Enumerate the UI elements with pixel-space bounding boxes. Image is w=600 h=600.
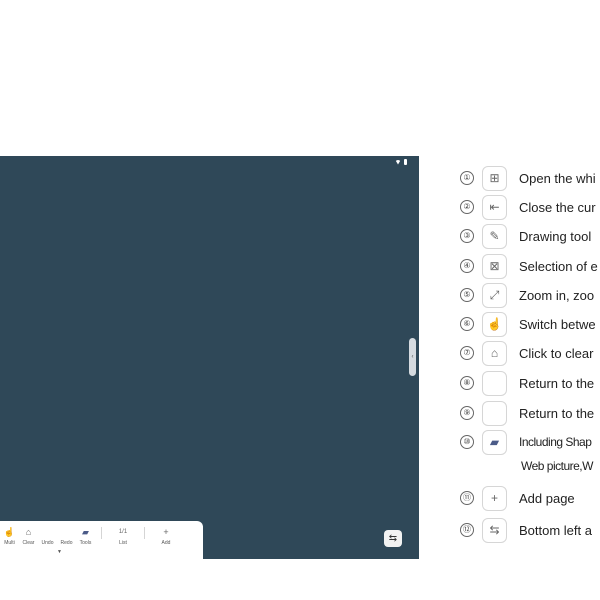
legend-number: ⑥: [460, 317, 474, 331]
legend-number: ①: [460, 171, 474, 185]
swap-icon: ⇆: [388, 533, 398, 544]
multi-button[interactable]: ☝ Multi: [0, 527, 19, 546]
chevron-left-icon: ‹: [411, 354, 414, 360]
legend-number: ⑦: [460, 346, 474, 360]
page-counter: 1/1: [118, 529, 128, 535]
add-label: Add: [161, 540, 171, 546]
plus-icon: +: [482, 485, 507, 511]
legend-continuation-text: Web picture,W: [521, 459, 593, 473]
side-panel-handle[interactable]: ‹: [409, 338, 416, 376]
legend-text: Open the whi: [519, 170, 596, 186]
legend-row: ⑫ ⇆ Bottom left a: [460, 516, 592, 544]
multi-touch-icon: ☝: [482, 311, 507, 337]
legend-text: Drawing tool: [519, 228, 592, 244]
wifi-icon: [395, 159, 401, 165]
legend-text: Selection of e: [519, 258, 598, 274]
legend-row: ⑧ Return to the: [460, 369, 594, 397]
legend-text: Close the cur: [519, 199, 596, 215]
legend-text: Return to the: [519, 375, 595, 391]
undo-label: Undo: [41, 540, 54, 546]
exit-icon: ⇤: [482, 194, 507, 220]
status-bar: [395, 159, 407, 165]
grid-apps-icon: ⊞: [482, 165, 507, 191]
legend-number: ②: [460, 200, 474, 214]
undo-button[interactable]: Undo: [38, 527, 57, 546]
toolbar-divider: [144, 527, 145, 539]
legend-row: ⑥ ☝ Switch betwe: [460, 310, 596, 338]
plus-icon: +: [163, 527, 169, 537]
swap-icon: ⇆: [482, 517, 507, 543]
legend-number: ⑪: [460, 491, 474, 505]
legend-text: Click to clear: [519, 345, 594, 361]
toolbox-icon: ▰: [482, 429, 507, 455]
select-icon: ⊠: [482, 253, 507, 279]
legend-row: ⑪ + Add page: [460, 484, 575, 512]
clear-icon: ⌂: [482, 340, 507, 366]
redo-button[interactable]: Redo: [57, 527, 76, 546]
whiteboard-canvas[interactable]: ‹ ☝ Multi ⌂ Clear Undo Redo ▰ Tools 1/1 …: [0, 156, 419, 559]
tools-button[interactable]: ▰ Tools: [76, 527, 95, 546]
toolbar-divider: [101, 527, 102, 539]
legend-row: ② ⇤ Close the cur: [460, 193, 596, 221]
tools-label: Tools: [79, 540, 92, 546]
zoom-gesture-icon: ⤢: [482, 282, 507, 308]
bottom-toolbar: ☝ Multi ⌂ Clear Undo Redo ▰ Tools 1/1 Li…: [0, 521, 203, 559]
legend-number: ④: [460, 259, 474, 273]
legend-text: Return to the: [519, 405, 595, 421]
legend-text: Zoom in, zoo: [519, 287, 595, 303]
redo-icon: [482, 400, 507, 426]
clear-label: Clear: [22, 540, 35, 546]
pen-icon: ✎: [482, 223, 507, 249]
legend-number: ⑧: [460, 376, 474, 390]
legend-number: ⑫: [460, 523, 474, 537]
legend-row: ① ⊞ Open the whi: [460, 164, 596, 192]
legend-row: ③ ✎ Drawing tool: [460, 222, 591, 250]
legend-number: ⑩: [460, 435, 474, 449]
legend-row: ④ ⊠ Selection of e: [460, 252, 598, 280]
legend-number: ⑤: [460, 288, 474, 302]
multi-touch-icon: ☝: [3, 527, 16, 537]
legend-row: ⑤ ⤢ Zoom in, zoo: [460, 281, 594, 309]
list-label: List: [119, 540, 127, 546]
legend-number: ③: [460, 229, 474, 243]
list-button[interactable]: 1/1 List: [108, 527, 138, 546]
caret-down-icon: ▼: [57, 549, 62, 555]
clear-icon: ⌂: [25, 527, 32, 537]
battery-icon: [404, 159, 407, 165]
legend-text: Add page: [519, 490, 575, 506]
legend-row: ⑦ ⌂ Click to clear: [460, 339, 593, 367]
legend-text: Switch betwe: [519, 316, 596, 332]
legend-row: ⑩ ▰ Including Shap: [460, 428, 592, 456]
redo-label: Redo: [60, 540, 73, 546]
undo-icon: [482, 370, 507, 396]
add-page-button[interactable]: + Add: [151, 527, 181, 546]
legend-row: ⑨ Return to the: [460, 399, 594, 427]
switch-toolbar-side-button[interactable]: ⇆: [384, 530, 402, 547]
legend-number: ⑨: [460, 406, 474, 420]
legend-text: Bottom left a: [519, 522, 592, 538]
legend-text: Including Shap: [519, 435, 592, 449]
clear-button[interactable]: ⌂ Clear: [19, 527, 38, 546]
multi-label: Multi: [4, 540, 15, 546]
toolbox-icon: ▰: [82, 527, 89, 537]
